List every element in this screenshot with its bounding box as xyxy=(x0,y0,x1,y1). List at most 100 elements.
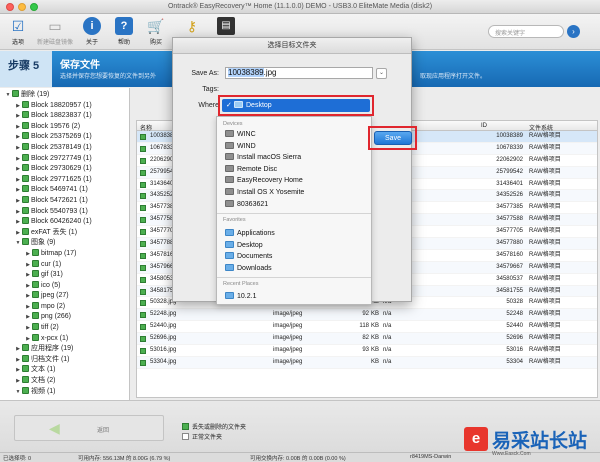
disclosure-closed-icon[interactable]: ▶ xyxy=(24,312,32,323)
disclosure-open-icon[interactable]: ▼ xyxy=(14,238,22,249)
disclosure-closed-icon[interactable]: ▶ xyxy=(24,281,32,292)
tree-node[interactable]: ▶ 文档 (2) xyxy=(0,376,129,387)
disclosure-closed-icon[interactable]: ▶ xyxy=(14,365,22,376)
table-row[interactable]: 53016.jpg image/jpeg 93 KB n/a 53016 RAW格项目 xyxy=(137,345,597,357)
search-icon[interactable]: › xyxy=(567,25,580,38)
disclosure-open-icon[interactable]: ▼ xyxy=(14,387,22,398)
tree-node[interactable]: ▼ 图象 (9) xyxy=(0,238,129,249)
disclosure-closed-icon[interactable]: ▶ xyxy=(24,291,32,302)
disclosure-closed-icon[interactable]: ▶ xyxy=(14,228,22,239)
disclosure-closed-icon[interactable]: ▶ xyxy=(14,196,22,207)
table-row[interactable]: 53304.jpg image/jpeg KB n/a 53304 RAW格项目 xyxy=(137,356,597,369)
disclosure-closed-icon[interactable]: ▶ xyxy=(14,132,22,143)
disclosure-closed-icon[interactable]: ▶ xyxy=(14,164,22,175)
disclosure-closed-icon[interactable]: ▶ xyxy=(14,344,22,355)
tree-node[interactable]: ▶ Block 18820957 (1) xyxy=(0,100,129,112)
tree-node[interactable]: ▶ jpeg (27) xyxy=(0,291,129,302)
menu-item-devices[interactable]: WINC xyxy=(225,129,365,140)
about-button[interactable]: i 关于 xyxy=(78,16,106,48)
disclosure-closed-icon[interactable]: ▶ xyxy=(24,260,32,271)
tree-node-label: Block 19576 (2) xyxy=(31,122,81,130)
disclosure-closed-icon[interactable]: ▶ xyxy=(24,249,32,260)
tree-node[interactable]: ▶ tiff (2) xyxy=(0,323,129,334)
disclosure-closed-icon[interactable]: ▶ xyxy=(14,122,22,133)
folder-icon xyxy=(32,323,39,331)
tree-node[interactable]: ▶ Block 5472621 (1) xyxy=(0,195,129,207)
column-id[interactable]: ID xyxy=(481,123,487,129)
menu-item-devices[interactable]: Install OS X Yosemite xyxy=(225,187,365,198)
folder-icon xyxy=(22,195,29,203)
lost-folder-icon xyxy=(182,423,189,430)
folder-icon xyxy=(22,217,29,225)
back-button[interactable]: ◀ 返回 xyxy=(14,415,164,441)
menu-item-devices[interactable]: WIND xyxy=(225,141,365,152)
tree-node[interactable]: ▶ Block 25378149 (1) xyxy=(0,142,129,154)
disclosure-closed-icon[interactable]: ▶ xyxy=(14,376,22,387)
tree-node[interactable]: ▶ Block 29730629 (1) xyxy=(0,164,129,175)
menu-item-favorites[interactable]: Applications xyxy=(225,228,365,239)
folder-icon xyxy=(32,248,39,256)
disclosure-closed-icon[interactable]: ▶ xyxy=(14,154,22,165)
tree-node[interactable]: ▶ Block 25375269 (1) xyxy=(0,132,129,143)
new-disk-image-button[interactable]: ▭ 新建磁盘镜像 xyxy=(36,16,74,48)
save-as-input[interactable]: 10038389.jpg xyxy=(225,67,373,79)
menu-item-favorites[interactable]: Documents xyxy=(225,251,365,262)
folder-icon xyxy=(225,292,234,299)
tree-node[interactable]: ▼ 视频 (1) xyxy=(0,386,129,398)
watermark-text: 易采站长站 xyxy=(492,430,588,452)
table-row[interactable]: 52440.jpg image/jpeg 118 KB n/a 52440 RAW格项目 xyxy=(137,321,597,334)
folder-tree: ▼ 删除 (19) ▶ Block 18820957 (1) ▶ Block 188238… xyxy=(0,88,130,400)
options-button[interactable]: ☑ 选项 xyxy=(4,16,32,48)
disclosure-closed-icon[interactable]: ▶ xyxy=(14,185,22,196)
menu-item-favorites[interactable]: Downloads xyxy=(225,263,365,274)
tree-node[interactable]: ▶ Block 5540793 (1) xyxy=(0,206,129,218)
tree-node[interactable]: ▶ Block 18823837 (1) xyxy=(0,111,129,122)
tree-node[interactable]: ▶ bitmap (17) xyxy=(0,248,129,260)
tree-node[interactable]: ▶ Block 29727749 (1) xyxy=(0,153,129,165)
file-id: 52440 xyxy=(506,323,523,330)
menu-item-devices[interactable]: Install macOS Sierra xyxy=(225,152,365,163)
tree-node[interactable]: ▶ mpo (2) xyxy=(0,301,129,313)
tree-node[interactable]: ▶ cur (1) xyxy=(0,259,129,271)
menu-item-favorites[interactable]: Desktop xyxy=(225,240,365,251)
buy-button[interactable]: 🛒 购买 xyxy=(142,16,170,48)
disclosure-closed-icon[interactable]: ▶ xyxy=(14,101,22,112)
disclosure-closed-icon[interactable]: ▶ xyxy=(24,302,32,313)
disclosure-closed-icon[interactable]: ▶ xyxy=(24,334,32,345)
folder-icon xyxy=(32,312,39,320)
disclosure-closed-icon[interactable]: ▶ xyxy=(14,217,22,228)
disclosure-closed-icon[interactable]: ▶ xyxy=(14,175,22,186)
menu-item-devices[interactable]: Remote Disc xyxy=(225,164,365,175)
tree-node[interactable]: ▶ 应用程序 (19) xyxy=(0,344,129,355)
disclosure-closed-icon[interactable]: ▶ xyxy=(24,270,32,281)
tree-node[interactable]: ▶ png (266) xyxy=(0,312,129,323)
tree-node[interactable]: ▶ x-pcx (1) xyxy=(0,333,129,345)
file-system: RAW格项目 xyxy=(529,216,561,223)
disclosure-closed-icon[interactable]: ▶ xyxy=(14,355,22,366)
tree-node[interactable]: ▶ ico (5) xyxy=(0,280,129,292)
tree-node[interactable]: ▶ exFAT 丢失 (1) xyxy=(0,227,129,239)
help-button[interactable]: ? 帮助 xyxy=(110,16,138,48)
expand-dialog-button[interactable]: ⌄ xyxy=(376,68,387,79)
search-input[interactable]: 搜索关键字 xyxy=(488,25,564,38)
tree-node[interactable]: ▶ Block 29771625 (1) xyxy=(0,174,129,186)
disclosure-closed-icon[interactable]: ▶ xyxy=(14,111,22,122)
menu-item-devices[interactable]: EasyRecovery Home xyxy=(225,175,365,186)
disclosure-closed-icon[interactable]: ▶ xyxy=(24,323,32,334)
tree-node[interactable]: ▶ Block 5469741 (1) xyxy=(0,185,129,196)
tree-node[interactable]: ▶ 文本 (1) xyxy=(0,365,129,376)
tree-node[interactable]: ▶ 归档文件 (1) xyxy=(0,354,129,366)
table-row[interactable]: 52248.jpg image/jpeg 92 KB n/a 52248 RAW格项目 xyxy=(137,309,597,322)
tree-node[interactable]: ▶ gif (31) xyxy=(0,270,129,281)
folder-icon xyxy=(22,206,29,214)
tree-node[interactable]: ▼ 删除 (19) xyxy=(0,90,129,101)
menu-item-devices[interactable]: 80363621 xyxy=(225,199,365,210)
highlight-box-save xyxy=(368,126,417,150)
disclosure-closed-icon[interactable]: ▶ xyxy=(14,207,22,218)
tree-node[interactable]: ▶ Block 19576 (2) xyxy=(0,121,129,133)
menu-item-recent[interactable]: 10.2.1 xyxy=(225,291,365,302)
table-row[interactable]: 52696.jpg image/jpeg 82 KB n/a 52696 RAW格项目 xyxy=(137,333,597,346)
disclosure-open-icon[interactable]: ▼ xyxy=(4,90,12,101)
tree-node[interactable]: ▶ Block 60426240 (1) xyxy=(0,217,129,228)
disclosure-closed-icon[interactable]: ▶ xyxy=(14,143,22,154)
